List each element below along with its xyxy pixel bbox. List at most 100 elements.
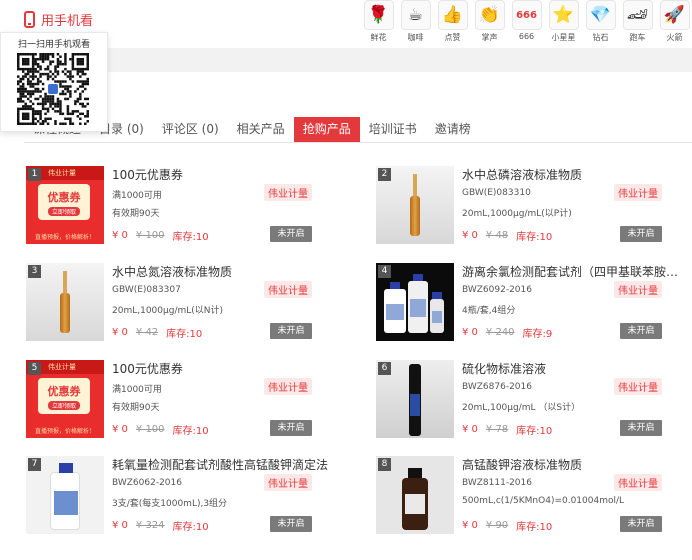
brown-bottle-cap [408,468,422,478]
product-thumbnail[interactable]: 2 [376,166,454,244]
not-started-button[interactable]: 未开启 [270,226,312,242]
product-thumbnail[interactable]: 4 [376,263,454,341]
ampoule-body [410,196,420,236]
tab-4[interactable]: 相关产品 [228,117,294,142]
stock-count: 库存:10 [172,522,209,533]
product-card[interactable]: 伟业计量 优惠券 立即领取 直播预报，价格解析！ 5 100元优惠券 满1000可用 有效期9… [26,360,336,438]
not-started-button[interactable]: 未开启 [620,420,662,436]
product-card[interactable]: 3 水中总氮溶液标准物质 GBW(E)083307 20mL,1000μg/mL(以N… [26,263,336,341]
coffee-icon: ☕ [400,0,431,30]
qr-code-title: 扫一扫用手机观看 [17,40,90,50]
gift-item[interactable]: 💎 钻石 [582,0,619,43]
current-price: ¥ 0 [112,230,128,241]
stock-count: 库存:10 [516,426,553,437]
gift-item[interactable]: 👏 掌声 [471,0,508,43]
product-title[interactable]: 100元优惠券 [112,166,332,183]
stock-count: 库存:10 [516,522,553,533]
vendor-badge: 伟业计量 [264,378,312,395]
coupon-ticket-text: 优惠券 [47,384,81,398]
applause-icon: 👏 [474,0,505,30]
product-title[interactable]: 耗氧量检测配套试剂酸性高锰酸钾滴定法 [112,456,332,473]
product-index: 5 [28,362,41,375]
gift-item[interactable]: 666 666 [508,0,545,43]
stock-count: 库存:10 [166,329,203,340]
product-title[interactable]: 水中总磷溶液标准物质 [462,166,682,183]
product-card[interactable]: 6 硫化物标准溶液 BWZ6876-2016 20mL,100μg/mL （以S计） 伟… [376,360,686,438]
vendor-badge: 伟业计量 [614,378,662,395]
gift-label: 鲜花 [370,33,387,42]
product-card[interactable]: 7 耗氧量检测配套试剂酸性高锰酸钾滴定法 BWZ6062-2016 3支/套(每支10… [26,456,336,534]
kit-bottle [384,282,406,333]
tube-body [409,364,421,436]
product-thumbnail[interactable]: 3 [26,263,104,341]
gift-item[interactable]: 🏎 跑车 [619,0,656,43]
tab-bar: 课程概述目录 (0)评论区 (0)相关产品抢购产品培训证书邀请榜 [24,117,692,143]
not-started-button[interactable]: 未开启 [270,323,312,339]
product-index: 1 [28,168,41,181]
view-on-mobile-link[interactable]: 用手机看 [24,10,93,29]
product-thumbnail[interactable]: 伟业计量 优惠券 立即领取 直播预报，价格解析！ 5 [26,360,104,438]
product-thumbnail[interactable]: 伟业计量 优惠券 立即领取 直播预报，价格解析！ 1 [26,166,104,244]
white-bottle-label [54,491,78,515]
kit-bottle-cap [413,274,423,281]
product-spec-line-1: BWZ6092-2016 [462,285,532,295]
product-card[interactable]: 2 水中总磷溶液标准物质 GBW(E)083310 20mL,1000μg/mL(以P… [376,166,686,244]
tab-6[interactable]: 培训证书 [360,117,426,142]
vendor-badge: 伟业计量 [264,184,312,201]
stock-count: 库存:10 [516,232,553,243]
product-spec-line-2: 有效期90天 [112,403,160,413]
product-card[interactable]: 伟业计量 优惠券 立即领取 直播预报，价格解析！ 1 100元优惠券满1000可用 有效期9… [26,166,336,244]
product-card[interactable]: 4 游离余氯检测配套试剂（四甲基联苯胺法） BWZ6092-2016 4瓶/套,4组分… [376,263,686,341]
gift-label: 火箭 [666,33,683,42]
product-thumbnail[interactable]: 7 [26,456,104,534]
gift-item[interactable]: ☕ 咖啡 [397,0,434,43]
price-row: ¥ 0 ¥ 324 库存:10 [112,518,209,533]
gift-label: 掌声 [481,33,498,42]
tab-7[interactable]: 邀请榜 [426,117,480,142]
vendor-badge: 伟业计量 [614,281,662,298]
coupon-ticket-button: 立即领取 [47,400,80,410]
original-price: ¥ 42 [135,327,159,338]
not-started-button[interactable]: 未开启 [620,323,662,339]
not-started-button[interactable]: 未开启 [620,516,662,532]
qr-code-image [17,53,89,125]
product-title[interactable]: 高锰酸钾溶液标准物质 [462,456,682,473]
original-price: ¥ 324 [135,520,165,531]
product-title[interactable]: 硫化物标准溶液 [462,360,682,377]
product-card[interactable]: 8 高锰酸钾溶液标准物质 BWZ8111-2016 500mL,c(1/5KMnO4)… [376,456,686,534]
price-row: ¥ 0 ¥ 90 库存:10 [462,518,552,533]
not-started-button[interactable]: 未开启 [620,226,662,242]
product-title[interactable]: 水中总氮溶液标准物质 [112,263,332,280]
product-spec-line-2: 有效期90天 [112,209,160,219]
product-thumbnail[interactable]: 6 [376,360,454,438]
gift-bar: 🌹 鲜花 ☕ 咖啡 👍 点赞 👏 掌声 666 666 ⭐ 小星星 💎 钻石 🏎 跑车 🚀 火箭 [360,0,692,43]
product-title[interactable]: 100元优惠券 [112,360,332,377]
not-started-button[interactable]: 未开启 [270,516,312,532]
kit-bottle-cap [390,282,400,289]
ampoule-neck [63,271,67,293]
price-row: ¥ 0 ¥ 42 库存:10 [112,325,202,340]
vendor-badge: 伟业计量 [264,281,312,298]
product-title[interactable]: 游离余氯检测配套试剂（四甲基联苯胺法） [462,263,682,280]
not-started-button[interactable]: 未开启 [270,420,312,436]
tab-3[interactable]: 评论区 (0) [153,117,228,142]
price-row: ¥ 0 ¥ 100 库存:10 [112,228,209,243]
brown-bottle-label [405,494,425,514]
original-price: ¥ 100 [135,424,165,435]
tab-5[interactable]: 抢购产品 [293,117,360,142]
product-thumbnail[interactable]: 8 [376,456,454,534]
product-spec-line-1: 满1000可用 [112,385,162,395]
gift-item[interactable]: 🚀 火箭 [656,0,692,43]
product-spec-line-1: 满1000可用 [112,191,162,201]
gift-item[interactable]: 👍 点赞 [434,0,471,43]
view-on-mobile-label: 用手机看 [41,14,94,29]
kit-bottle-cap [432,292,442,299]
gift-item[interactable]: 🌹 鲜花 [360,0,397,43]
product-spec-line-2: 20mL,1000μg/mL(以P计) [462,209,572,219]
gift-label: 钻石 [592,33,609,42]
product-spec-line-2: 500mL,c(1/5KMnO4)=0.01004mol/L [462,496,625,506]
ampoule-neck [413,174,417,196]
gift-label: 点赞 [444,33,461,42]
gift-item[interactable]: ⭐ 小星星 [545,0,582,43]
rose-icon: 🌹 [363,0,394,30]
